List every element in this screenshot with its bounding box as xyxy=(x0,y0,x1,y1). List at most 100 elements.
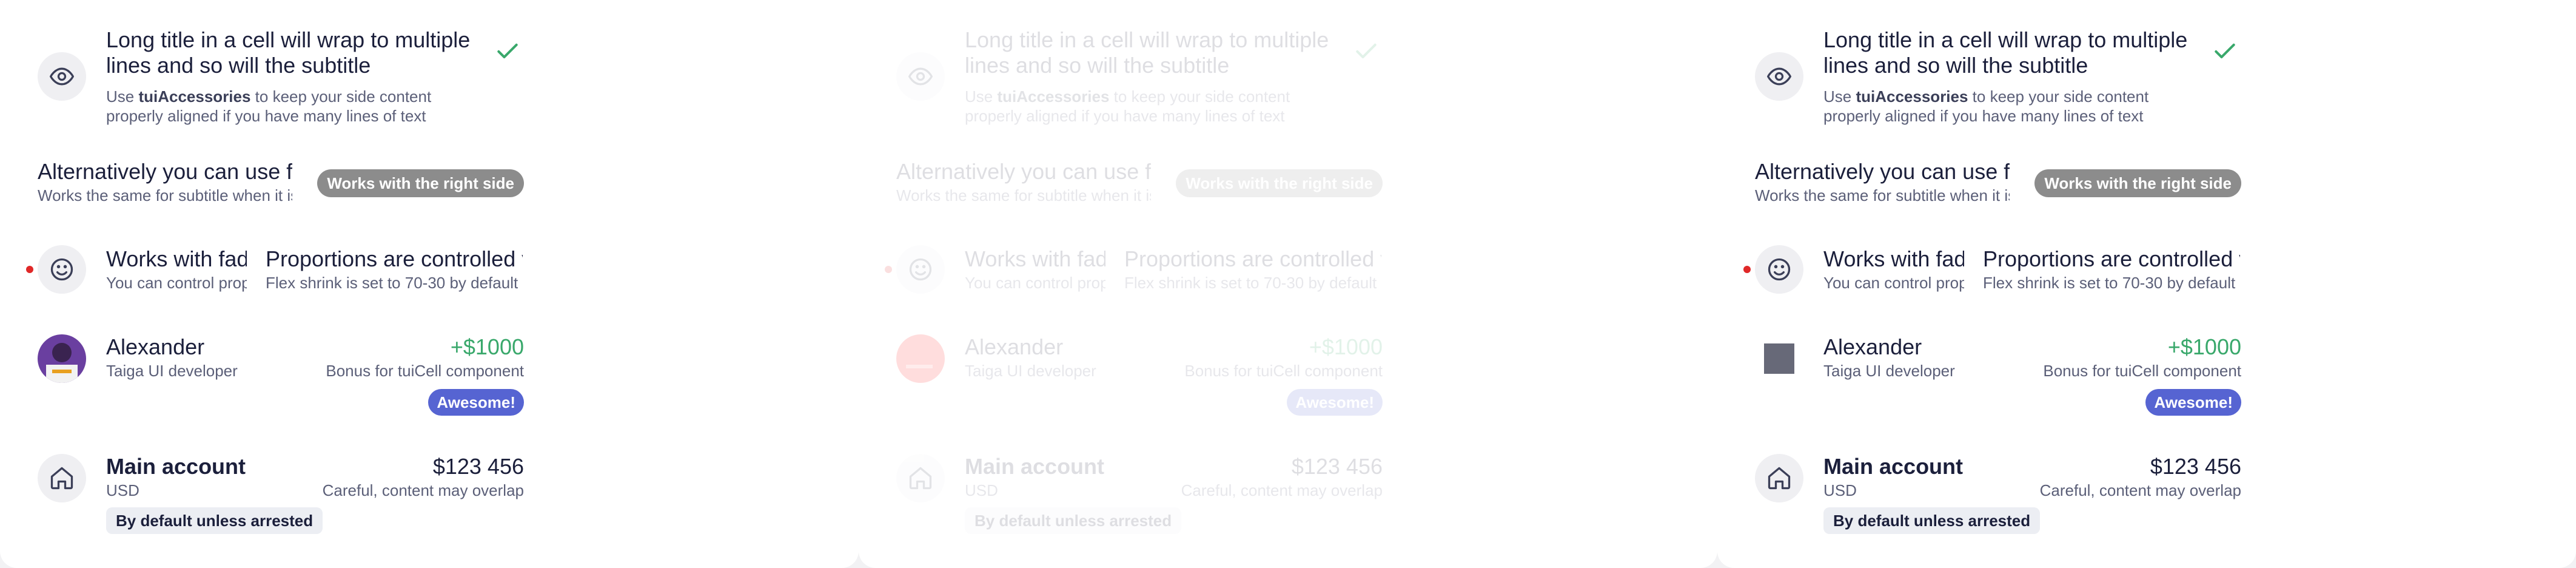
status-dot xyxy=(26,266,33,273)
cell-user: Alexander Taiga UI developer +$1000 Bonu… xyxy=(0,331,859,422)
cell-subtitle-line1: Use tuiAccessories to keep your side con… xyxy=(1823,87,2149,106)
cell-alternative: Alternatively you can use fade Works the… xyxy=(859,155,1717,216)
cell-long-title: Long title in a cell will wrap to multip… xyxy=(859,24,1717,127)
account-title: Main account xyxy=(965,454,1105,479)
cell-account: Main account USD $123 456 Careful, conte… xyxy=(0,449,859,540)
cell-subtitle: Works the same for subtitle when it is l… xyxy=(1755,186,2010,205)
home-icon xyxy=(38,454,86,502)
panel-disabled: Long title in a cell will wrap to multip… xyxy=(859,0,1717,568)
account-title: Main account xyxy=(106,454,246,479)
cell-alternative: Alternatively you can use fade Works the… xyxy=(1717,155,2576,216)
cell-subtitle: Works the same for subtitle when it is l… xyxy=(38,186,292,205)
cell-account: Main account USD $123 456 Careful, conte… xyxy=(1717,449,2576,540)
account-title: Main account xyxy=(1823,454,1964,479)
bonus-note: Bonus for tuiCell component xyxy=(2043,362,2241,380)
cell-subtitle: You can control proportions xyxy=(1823,274,1964,292)
cell-list: Long title in a cell will wrap to multip… xyxy=(0,0,859,568)
account-chip: By default unless arrested xyxy=(1823,507,2041,534)
cell-title-line2: lines and so will the subtitle xyxy=(106,53,371,78)
awesome-badge: Awesome! xyxy=(2145,389,2241,416)
cell-subtitle-line2: properly aligned if you have many lines … xyxy=(1823,107,2144,125)
bonus-amount: +$1000 xyxy=(450,334,524,359)
account-note: Careful, content may overlap xyxy=(2039,481,2241,499)
user-role: Taiga UI developer xyxy=(106,362,238,380)
cell-title: Alternatively you can use fade xyxy=(1755,159,2010,184)
cell-list: Long title in a cell will wrap to multip… xyxy=(859,0,1717,568)
user-role: Taiga UI developer xyxy=(965,362,1096,380)
home-icon xyxy=(896,454,945,502)
cell-title: Alternatively you can use fade xyxy=(896,159,1151,184)
account-currency: USD xyxy=(1823,481,1857,499)
cell-right-subtitle: Flex shrink is set to 70-30 by default xyxy=(1983,274,2236,292)
account-note: Careful, content may overlap xyxy=(1181,481,1383,499)
user-role: Taiga UI developer xyxy=(1823,362,1955,380)
cell-alternative: Alternatively you can use fade Works the… xyxy=(0,155,859,216)
avatar xyxy=(896,334,945,383)
account-amount: $123 456 xyxy=(2150,454,2241,479)
account-note: Careful, content may overlap xyxy=(322,481,524,499)
cell-subtitle-line2: properly aligned if you have many lines … xyxy=(965,107,1285,125)
cell-title-line2: lines and so will the subtitle xyxy=(965,53,1230,78)
avatar xyxy=(38,334,86,383)
cell-user: Alexander Taiga UI developer +$1000 Bonu… xyxy=(1717,331,2576,422)
cell-subtitle: Works the same for subtitle when it is l… xyxy=(896,186,1151,205)
cell-user: Alexander Taiga UI developer +$1000 Bonu… xyxy=(859,331,1717,422)
cell-title-line2: lines and so will the subtitle xyxy=(1823,53,2088,78)
eye-icon xyxy=(38,52,86,101)
bonus-note: Bonus for tuiCell component xyxy=(1184,362,1383,380)
home-icon xyxy=(1755,454,1803,502)
right-side-badge: Works with the right side xyxy=(1176,169,1383,197)
bonus-note: Bonus for tuiCell component xyxy=(326,362,524,380)
cell-title-line1: Long title in a cell will wrap to multip… xyxy=(106,27,471,52)
cell-subtitle: You can control proportions xyxy=(965,274,1105,292)
cell-fade: Works with fade You can control proporti… xyxy=(859,243,1717,303)
awesome-badge: Awesome! xyxy=(1287,389,1383,416)
account-amount: $123 456 xyxy=(1291,454,1383,479)
cell-list: Long title in a cell will wrap to multip… xyxy=(1717,0,2576,568)
smile-icon xyxy=(38,245,86,294)
account-chip: By default unless arrested xyxy=(106,507,323,534)
cell-title-line1: Long title in a cell will wrap to multip… xyxy=(965,27,1329,52)
check-icon xyxy=(494,38,521,64)
account-currency: USD xyxy=(106,481,139,499)
user-name: Alexander xyxy=(106,334,205,359)
cell-title: Works with fade xyxy=(106,246,247,271)
right-side-badge: Works with the right side xyxy=(317,169,524,197)
account-currency: USD xyxy=(965,481,998,499)
account-amount: $123 456 xyxy=(432,454,524,479)
cell-title-line1: Long title in a cell will wrap to multip… xyxy=(1823,27,2188,52)
cell-long-title: Long title in a cell will wrap to multip… xyxy=(0,24,859,127)
user-name: Alexander xyxy=(1823,334,1922,359)
smile-icon xyxy=(896,245,945,294)
smile-icon xyxy=(1755,245,1803,294)
bonus-amount: +$1000 xyxy=(2167,334,2241,359)
panel-default: Long title in a cell will wrap to multip… xyxy=(0,0,859,568)
cell-subtitle-line1: Use tuiAccessories to keep your side con… xyxy=(106,87,432,106)
panel-fallback-avatar: Long title in a cell will wrap to multip… xyxy=(1717,0,2576,568)
bonus-amount: +$1000 xyxy=(1309,334,1383,359)
cell-right-subtitle: Flex shrink is set to 70-30 by default xyxy=(1124,274,1377,292)
cell-subtitle-line1: Use tuiAccessories to keep your side con… xyxy=(965,87,1290,106)
status-dot xyxy=(885,266,892,273)
check-icon xyxy=(2212,38,2238,64)
eye-icon xyxy=(896,52,945,101)
cell-right-title: Proportions are controlled via CSS xyxy=(1124,246,1381,271)
cell-long-title: Long title in a cell will wrap to multip… xyxy=(1717,24,2576,127)
cell-subtitle: You can control proportions xyxy=(106,274,247,292)
avatar xyxy=(1755,334,1803,383)
user-name: Alexander xyxy=(965,334,1064,359)
cell-right-title: Proportions are controlled via CSS xyxy=(266,246,523,271)
cell-right-subtitle: Flex shrink is set to 70-30 by default xyxy=(266,274,518,292)
cell-subtitle-line2: properly aligned if you have many lines … xyxy=(106,107,426,125)
cell-title: Works with fade xyxy=(1823,246,1964,271)
awesome-badge: Awesome! xyxy=(428,389,524,416)
right-side-badge: Works with the right side xyxy=(2034,169,2241,197)
check-icon xyxy=(1353,38,1380,64)
status-dot xyxy=(1743,266,1751,273)
eye-icon xyxy=(1755,52,1803,101)
cell-title: Works with fade xyxy=(965,246,1105,271)
cell-title: Alternatively you can use fade xyxy=(38,159,292,184)
account-chip: By default unless arrested xyxy=(965,507,1182,534)
cell-right-title: Proportions are controlled via CSS xyxy=(1983,246,2240,271)
cell-account: Main account USD $123 456 Careful, conte… xyxy=(859,449,1717,540)
